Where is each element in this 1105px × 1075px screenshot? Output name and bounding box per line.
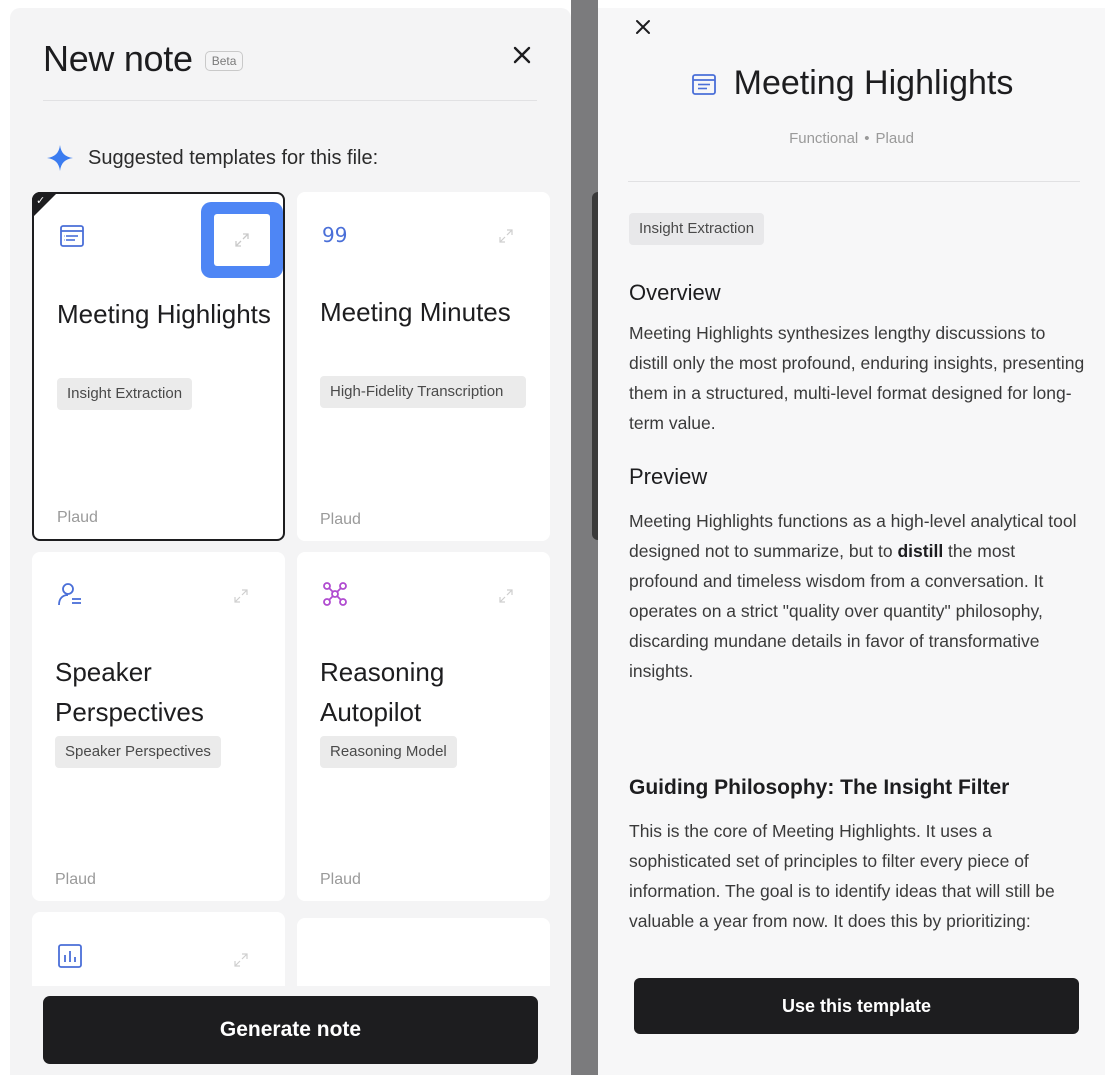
checkmark-icon: ✓	[36, 195, 46, 207]
detail-tag: Insight Extraction	[629, 213, 765, 245]
meta-author: Plaud	[875, 130, 914, 147]
card-title: Speaker Perspectives	[55, 657, 204, 727]
philosophy-text: This is the core of Meeting Highlights. …	[629, 821, 1055, 931]
sparkle-icon	[47, 145, 73, 171]
header-divider	[43, 100, 537, 101]
detail-meta: Functional • Plaud	[598, 130, 1105, 147]
expand-icon[interactable]	[233, 588, 249, 604]
panel-title: New note	[43, 38, 193, 79]
detail-title-row: Meeting Highlights	[598, 64, 1105, 103]
panel-separator	[571, 0, 598, 1075]
card-title: Meeting Minutes	[320, 297, 511, 327]
panel-header: New note Beta	[43, 38, 244, 80]
card-tag: High-Fidelity Transcription	[320, 376, 526, 408]
template-card-speaker-perspectives[interactable]: Speaker Perspectives Speaker Perspective…	[32, 552, 285, 901]
expand-preview-button[interactable]	[201, 202, 283, 278]
template-card-reasoning-autopilot[interactable]: Reasoning Autopilot Reasoning Model Plau…	[297, 552, 550, 901]
generate-note-button[interactable]: Generate note	[43, 996, 538, 1064]
expand-icon[interactable]	[498, 228, 514, 244]
card-title: Meeting Highlights	[57, 299, 271, 329]
overview-heading: Overview	[629, 280, 721, 305]
svg-text:99: 99	[322, 223, 347, 247]
expand-icon[interactable]	[233, 952, 249, 968]
meta-category: Functional	[789, 130, 859, 147]
document-list-icon	[691, 73, 716, 95]
detail-divider	[628, 181, 1080, 182]
detail-title: Meeting Highlights	[733, 64, 1014, 102]
template-card-meeting-minutes[interactable]: 99 Meeting Minutes High-Fidelity Transcr…	[297, 192, 550, 541]
meta-separator: •	[864, 130, 870, 147]
network-nodes-icon	[323, 582, 347, 606]
card-author: Plaud	[57, 509, 98, 526]
template-card-meeting-highlights[interactable]: ✓ Meeting Highlights Insight Extraction …	[32, 192, 285, 541]
card-tag: Speaker Perspectives	[55, 736, 221, 768]
card-author: Plaud	[320, 511, 361, 528]
card-tag: Insight Extraction	[57, 378, 193, 410]
overview-text: Meeting Highlights synthesizes lengthy d…	[629, 323, 1085, 433]
preview-heading: Preview	[629, 464, 708, 489]
expand-icon	[235, 233, 249, 247]
document-list-icon	[60, 225, 84, 247]
card-tag: Reasoning Model	[320, 736, 457, 768]
close-icon[interactable]	[634, 18, 652, 36]
expand-icon[interactable]	[498, 588, 514, 604]
card-title: Reasoning Autopilot	[320, 657, 445, 727]
beta-badge: Beta	[204, 51, 244, 71]
bar-chart-icon	[58, 944, 82, 968]
quote-99-icon: 99	[322, 223, 347, 247]
use-template-button[interactable]: Use this template	[634, 978, 1079, 1034]
card-author: Plaud	[320, 871, 361, 888]
person-list-icon	[58, 583, 81, 606]
philosophy-heading: Guiding Philosophy: The Insight Filter	[629, 776, 1010, 799]
preview-text: Meeting Highlights functions as a high-l…	[629, 511, 1077, 681]
suggested-templates-label: Suggested templates for this file:	[46, 144, 378, 172]
card-author: Plaud	[55, 871, 96, 888]
template-detail-panel: Meeting Highlights Functional • Plaud Insi…	[598, 8, 1105, 1075]
close-icon[interactable]	[510, 43, 534, 67]
new-note-panel: New note Beta Suggested templates for th…	[10, 8, 571, 1075]
